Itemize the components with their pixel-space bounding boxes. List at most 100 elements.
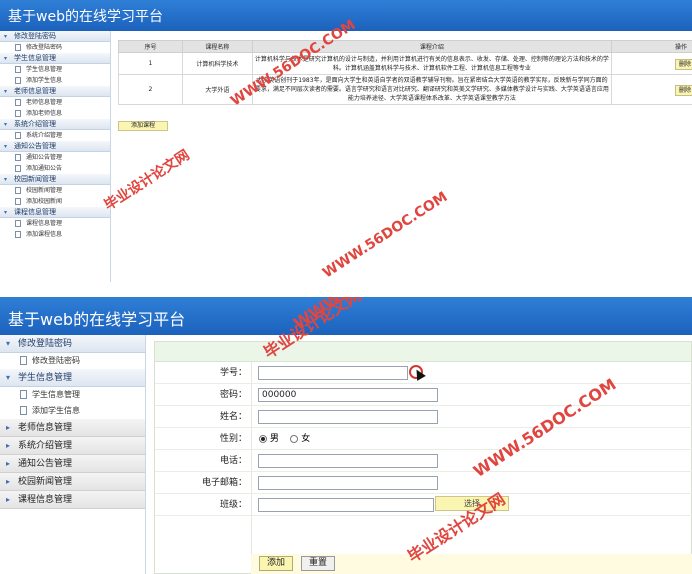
cell-action: 删除 — [611, 52, 692, 75]
form-row-password: 密码： — [155, 384, 692, 406]
cell-name: 大学外语 — [181, 74, 253, 105]
screenshot-add-student: 基于web的在线学习平台 ▾ 修改登陆密码 修改登陆密码 ▾ 学生信息管理 学生信息管理添… — [0, 297, 692, 574]
email-input[interactable] — [258, 476, 438, 490]
sidebar-item-label: 校园新闻管理 — [26, 187, 63, 194]
sidebar-item[interactable]: 修改登陆密码 — [0, 42, 110, 53]
sidebar-section-label: 通知公告管理 — [14, 142, 56, 150]
sidebar-section-4[interactable]: ▾ 通知公告管理 — [0, 141, 110, 152]
sidebar-item-label: 系统介绍管理 — [26, 132, 63, 139]
col-header-intro: 课程介绍 — [251, 40, 613, 53]
col-header-action: 操作 — [611, 40, 692, 53]
password-input[interactable] — [258, 388, 438, 402]
name-label: 姓名： — [219, 412, 247, 422]
sidebar-section-label: 学生信息管理 — [18, 373, 73, 383]
watermark-url: WWW.56DOC.COM — [320, 188, 451, 282]
sidebar: ▾ 修改登陆密码 修改登陆密码 ▾ 学生信息管理 学生信息管理 添加学生信息 ▾ 老师信息管理老… — [0, 31, 111, 282]
chevron-right-icon: ▸ — [6, 423, 11, 432]
gender-radio-group: 男 女 — [259, 428, 310, 450]
chevron-down-icon: ▾ — [6, 373, 11, 382]
name-input[interactable] — [258, 410, 438, 424]
sidebar-section-2[interactable]: ▸ 老师信息管理 — [0, 419, 145, 437]
document-icon — [15, 99, 21, 106]
cell-no: 2 — [118, 74, 183, 105]
submit-button[interactable]: 添加 — [259, 556, 293, 571]
sidebar-section-5[interactable]: ▾ 校园新闻管理 — [0, 174, 110, 185]
sidebar-item-label: 通知公告管理 — [26, 154, 63, 161]
course-table-area: 序号 课程名称 课程介绍 操作 1 计算机科学技术 计算机科学与技术是研究计算机… — [118, 40, 692, 105]
cell-name: 计算机科学技术 — [181, 52, 253, 75]
sidebar-section-label: 老师信息管理 — [14, 87, 56, 95]
sidebar-item[interactable]: 通知公告管理 — [0, 152, 110, 163]
sidebar-item[interactable]: 学生信息管理 — [0, 387, 145, 403]
sidebar-item[interactable]: 添加校园新闻 — [0, 196, 110, 207]
sidebar-section-2[interactable]: ▾ 老师信息管理 — [0, 86, 110, 97]
sidebar-item[interactable]: 系统介绍管理 — [0, 130, 110, 141]
sidebar-item[interactable]: 添加学生信息 — [0, 75, 110, 86]
sidebar-section-3[interactable]: ▾ 系统介绍管理 — [0, 119, 110, 130]
sidebar-item-label: 课程信息管理 — [26, 220, 63, 227]
document-icon — [15, 220, 21, 227]
gender-male-radio[interactable] — [259, 434, 267, 443]
cell-no: 1 — [118, 52, 183, 75]
phone-input[interactable] — [258, 454, 438, 468]
chevron-down-icon: ▾ — [4, 121, 8, 128]
class-label: 班级： — [219, 500, 247, 510]
class-input[interactable] — [258, 498, 434, 512]
sidebar-item-label: 添加学生信息 — [32, 406, 80, 415]
sidebar-item-label: 添加校园新闻 — [26, 198, 63, 205]
sidebar-item[interactable]: 修改登陆密码 — [0, 353, 145, 369]
form-row-email: 电子邮箱： — [155, 472, 692, 494]
sidebar-item[interactable]: 添加课程信息 — [0, 229, 110, 240]
sidebar-item[interactable]: 添加老师信息 — [0, 108, 110, 119]
sidebar-section-3[interactable]: ▸ 系统介绍管理 — [0, 437, 145, 455]
sidebar-section-6[interactable]: ▸ 课程信息管理 — [0, 491, 145, 509]
sidebar-section-1[interactable]: ▾ 学生信息管理 — [0, 53, 110, 64]
document-icon — [20, 406, 27, 415]
sidebar-item-label: 修改登陆密码 — [32, 356, 80, 365]
form-row-class: 班级： 选择 — [155, 494, 692, 516]
delete-button[interactable]: 删除 — [674, 85, 692, 96]
col-header-no: 序号 — [118, 40, 183, 53]
student-id-label: 学号： — [219, 368, 247, 378]
sidebar-section-label: 课程信息管理 — [14, 208, 56, 216]
sidebar-section-label: 课程信息管理 — [18, 495, 73, 505]
document-icon — [15, 132, 21, 139]
sidebar-item[interactable]: 学生信息管理 — [0, 64, 110, 75]
sidebar-section-1[interactable]: ▾ 学生信息管理 — [0, 369, 145, 387]
sidebar-item[interactable]: 添加学生信息 — [0, 403, 145, 419]
document-icon — [15, 44, 21, 51]
sidebar-item[interactable]: 添加通知公告 — [0, 163, 110, 174]
sidebar-section-6[interactable]: ▾ 课程信息管理 — [0, 207, 110, 218]
class-select-button[interactable]: 选择 — [435, 496, 509, 511]
sidebar-item[interactable]: 老师信息管理 — [0, 97, 110, 108]
document-icon — [15, 154, 21, 161]
sidebar-item-label: 修改登陆密码 — [26, 44, 63, 51]
add-course-button[interactable]: 添加课程 — [118, 121, 168, 131]
document-icon — [15, 231, 21, 238]
cell-intro: 计算机科学与技术是研究计算机的设计与制造，并利用计算机进行有关的信息表示、收发、… — [251, 52, 613, 75]
sidebar-section-label: 校园新闻管理 — [18, 477, 73, 487]
sidebar-section-4[interactable]: ▸ 通知公告管理 — [0, 455, 145, 473]
sidebar-section-0[interactable]: ▾ 修改登陆密码 — [0, 31, 110, 42]
document-icon — [15, 187, 21, 194]
app-title: 基于web的在线学习平台 — [8, 9, 163, 25]
header-bar: 基于web的在线学习平台 — [0, 0, 692, 31]
delete-button[interactable]: 删除 — [674, 59, 692, 70]
password-label: 密码： — [219, 390, 247, 400]
cell-intro: 大学英语创刊于1983年，是面向大学生和英语自学者的双语教学辅导刊物。旨在紧密结… — [251, 74, 613, 105]
document-icon — [15, 165, 21, 172]
chevron-right-icon: ▸ — [6, 477, 11, 486]
form-row-gender: 性别： 男 女 — [155, 428, 692, 450]
cell-action: 删除 — [611, 74, 692, 105]
sidebar-item[interactable]: 课程信息管理 — [0, 218, 110, 229]
gender-female-radio[interactable] — [290, 434, 299, 443]
sidebar-section-0[interactable]: ▾ 修改登陆密码 — [0, 335, 145, 353]
sidebar-section-5[interactable]: ▸ 校园新闻管理 — [0, 473, 145, 491]
table-row: 1 计算机科学技术 计算机科学与技术是研究计算机的设计与制造，并利用计算机进行有… — [118, 52, 692, 75]
sidebar-item-label: 学生信息管理 — [32, 390, 80, 399]
sidebar-item[interactable]: 校园新闻管理 — [0, 185, 110, 196]
sidebar-item-label: 添加学生信息 — [26, 77, 63, 84]
chevron-down-icon: ▾ — [4, 55, 8, 62]
student-id-input[interactable] — [258, 366, 408, 380]
reset-button[interactable]: 重置 — [301, 556, 335, 571]
